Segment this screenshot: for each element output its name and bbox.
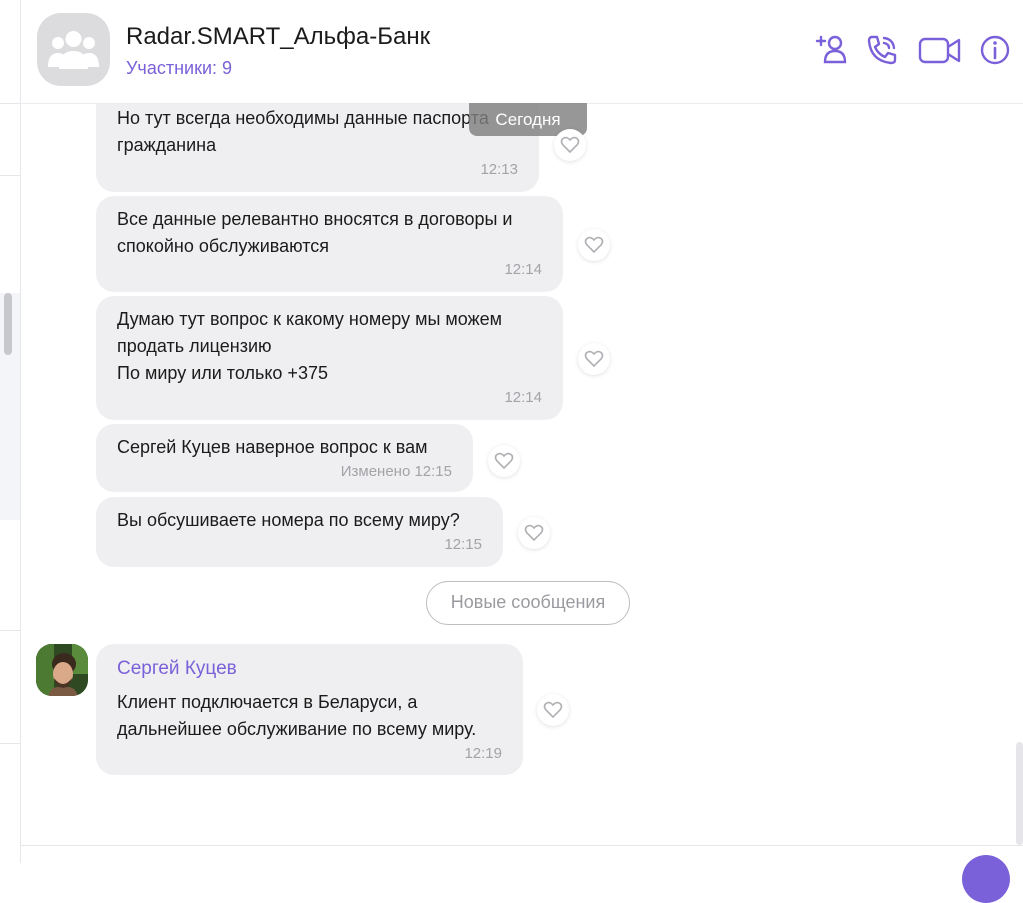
user-photo [36, 644, 88, 696]
message-time: 12:13 [480, 161, 518, 178]
chat-list-divider [0, 175, 20, 176]
message-text: дальнейшее обслуживание по всему миру. [117, 719, 477, 739]
like-button[interactable] [537, 694, 569, 726]
chat-title[interactable]: Radar.SMART_Альфа-Банк [126, 23, 430, 51]
message-time: 12:19 [464, 745, 502, 762]
message-text: гражданина [117, 135, 217, 155]
message-text: Все данные релевантно вносятся в договор… [117, 209, 513, 229]
composer-divider [21, 845, 1023, 846]
heart-icon [584, 236, 604, 254]
chat-list-divider [0, 743, 20, 744]
heart-icon [543, 701, 563, 719]
info-icon[interactable] [979, 32, 1015, 68]
phone-icon[interactable] [864, 32, 900, 68]
participants-count[interactable]: Участники: 9 [126, 58, 232, 79]
chat-list-divider [0, 103, 20, 104]
like-button[interactable] [518, 517, 550, 549]
message-time: Изменено 12:15 [340, 463, 452, 480]
message-text: Клиент подключается в Беларуси, а [117, 692, 418, 712]
chat-header: Radar.SMART_Альфа-Банк Участники: 9 [21, 0, 1023, 104]
like-button[interactable] [578, 229, 610, 261]
group-icon [48, 31, 99, 69]
message-text: Думаю тут вопрос к какому номеру мы може… [117, 309, 502, 329]
chat-list-panel [0, 0, 21, 863]
chat-list-scrollbar[interactable] [4, 293, 12, 355]
message-text: спокойно обслуживаются [117, 236, 330, 256]
message-text: Но тут всегда необходимы данные паспорта [117, 108, 489, 128]
group-avatar[interactable] [37, 13, 110, 86]
add-participant-icon[interactable] [814, 32, 850, 68]
heart-icon [560, 136, 580, 154]
message-bubble[interactable]: Сергей Куцев Клиент подключается в Белар… [96, 644, 523, 775]
message-text: Сергей Куцев наверное вопрос к вам [117, 437, 428, 457]
sender-name[interactable]: Сергей Куцев [117, 658, 237, 680]
new-messages-button[interactable]: Новые сообщения [426, 581, 630, 625]
message-bubble[interactable]: Сергей Куцев наверное вопрос к вам Измен… [96, 424, 473, 492]
heart-icon [494, 452, 514, 470]
message-time: 12:15 [444, 536, 482, 553]
heart-icon [524, 524, 544, 542]
send-button[interactable] [962, 855, 1010, 903]
message-time: 12:14 [504, 389, 542, 406]
like-button[interactable] [488, 445, 520, 477]
message-bubble[interactable]: Думаю тут вопрос к какому номеру мы може… [96, 296, 563, 420]
heart-icon [584, 350, 604, 368]
like-button[interactable] [554, 129, 586, 161]
message-text: продать лицензию [117, 336, 272, 356]
message-bubble[interactable]: Все данные релевантно вносятся в договор… [96, 196, 563, 292]
message-text: По миру или только +375 [117, 363, 328, 383]
message-text: Вы обсушиваете номера по всему миру? [117, 510, 460, 530]
avatar[interactable] [36, 644, 88, 696]
message-time: 12:14 [504, 261, 542, 278]
chat-list-divider [0, 630, 20, 631]
video-icon[interactable] [918, 32, 962, 68]
messages-scrollbar[interactable] [1016, 742, 1023, 845]
message-bubble[interactable]: Вы обсушиваете номера по всему миру? 12:… [96, 497, 503, 567]
like-button[interactable] [578, 343, 610, 375]
